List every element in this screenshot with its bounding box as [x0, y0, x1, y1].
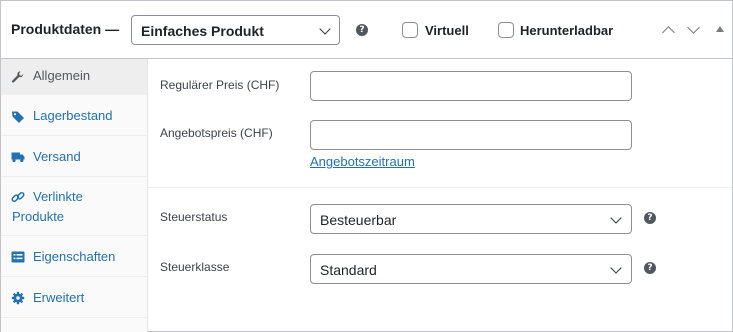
tab-attributes-label: Eigenschaften: [33, 249, 116, 264]
tab-linked-products[interactable]: Verlinkte Produkte: [1, 177, 147, 236]
tax-class-help-icon[interactable]: ?: [644, 262, 656, 274]
product-type-select[interactable]: Einfaches Produkt: [131, 15, 340, 45]
section-divider: [148, 187, 732, 188]
product-data-panel: Produktdaten — Einfaches Produkt ? Virtu…: [0, 0, 733, 332]
tab-attributes[interactable]: Eigenschaften: [1, 236, 147, 277]
tax-status-value: Besteuerbar: [320, 212, 397, 228]
sale-price-label: Angebotspreis (CHF): [160, 126, 273, 140]
tag-icon: [12, 111, 24, 123]
sale-price-input[interactable]: [310, 120, 632, 150]
tab-shipping[interactable]: Versand: [1, 136, 147, 177]
virtual-checkbox[interactable]: [402, 22, 418, 38]
tax-status-help-icon[interactable]: ?: [644, 212, 656, 224]
tax-class-value: Standard: [320, 262, 377, 278]
chevron-down-icon: [319, 23, 331, 35]
tax-class-label: Steuerklasse: [160, 260, 230, 274]
tax-status-label: Steuerstatus: [160, 210, 228, 224]
tab-advanced-label: Erweitert: [33, 290, 85, 305]
truck-icon: [11, 152, 25, 163]
link-icon: [11, 191, 25, 203]
regular-price-label: Regulärer Preis (CHF): [160, 78, 280, 92]
chevron-down-icon: [610, 262, 622, 274]
tax-class-select[interactable]: Standard: [310, 254, 632, 284]
toggle-panel-icon[interactable]: [716, 26, 724, 32]
tab-inventory[interactable]: Lagerbestand: [1, 95, 147, 136]
regular-price-input[interactable]: [310, 71, 632, 101]
downloadable-label[interactable]: Herunterladbar: [520, 23, 613, 38]
wrench-icon: [11, 71, 24, 83]
panel-header: Produktdaten — Einfaches Produkt ? Virtu…: [1, 1, 732, 59]
product-type-value: Einfaches Produkt: [141, 23, 264, 39]
list-icon: [11, 251, 25, 263]
chevron-down-icon: [610, 212, 622, 224]
virtual-label[interactable]: Virtuell: [425, 23, 469, 38]
gear-icon: [11, 291, 25, 305]
panel-title: Produktdaten —: [11, 21, 120, 37]
tab-inventory-label: Lagerbestand: [33, 108, 113, 123]
product-data-tabs: Allgemein Lagerbestand Versand Verlinkte…: [1, 59, 148, 332]
general-options-panel: Regulärer Preis (CHF) Angebotspreis (CHF…: [148, 59, 732, 332]
help-icon[interactable]: ?: [356, 24, 368, 36]
move-down-icon[interactable]: [687, 21, 700, 34]
sale-schedule-link[interactable]: Angebotszeitraum: [310, 154, 415, 169]
tab-general-label: Allgemein: [33, 68, 91, 83]
downloadable-checkbox[interactable]: [498, 22, 514, 38]
tab-advanced[interactable]: Erweitert: [1, 277, 147, 318]
move-up-icon[interactable]: [662, 26, 675, 39]
tab-linked-label-line2: Produkte: [12, 209, 65, 224]
tab-linked-label: Verlinkte: [33, 189, 83, 204]
tab-shipping-label: Versand: [33, 149, 81, 164]
tab-general[interactable]: Allgemein: [1, 59, 147, 95]
tax-status-select[interactable]: Besteuerbar: [310, 204, 632, 234]
